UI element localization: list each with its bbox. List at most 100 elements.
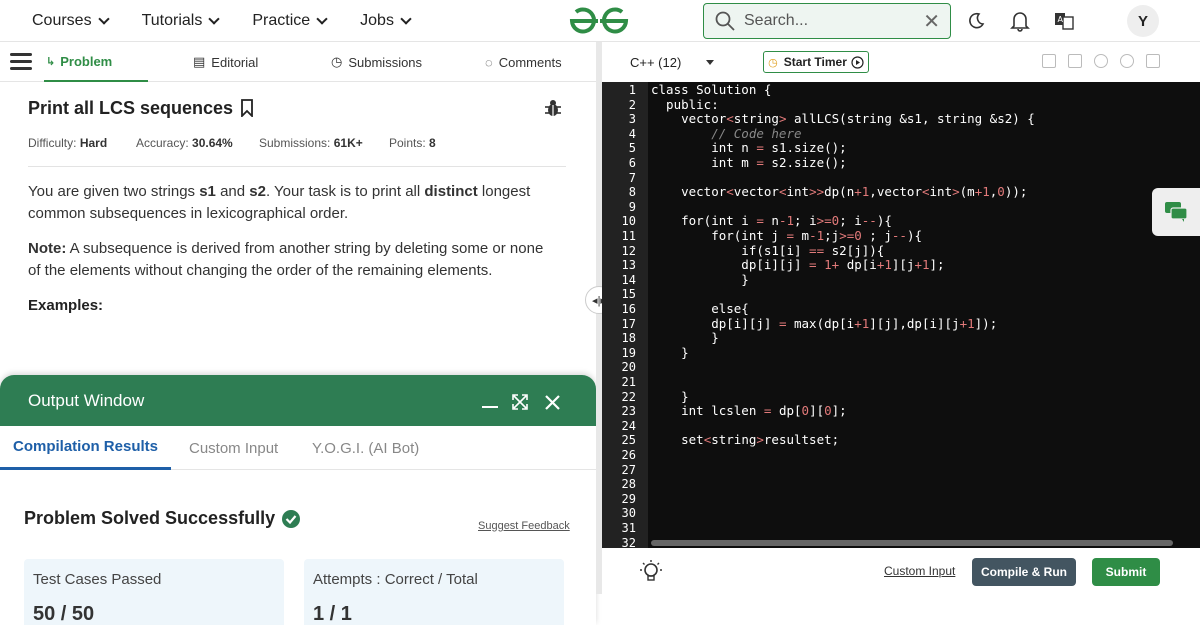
line-number: 21 [621, 375, 636, 389]
reset-icon[interactable] [1120, 54, 1134, 68]
nav-tutorials[interactable]: Tutorials [141, 12, 221, 30]
suggest-feedback-link[interactable]: Suggest Feedback [478, 520, 570, 532]
meta-label: Accuracy: [136, 136, 189, 150]
timer-label: Start Timer [783, 55, 847, 69]
line-number: 30 [621, 506, 636, 521]
code-line: vector<vector<int>>dp(n+1,vector<int>(m+… [651, 184, 1028, 200]
start-timer-button[interactable]: ◷ Start Timer [763, 51, 869, 73]
points-value: 8 [429, 136, 436, 150]
problem-title: Print all LCS sequences [28, 98, 254, 119]
tab-compilation-results[interactable]: Compilation Results [0, 426, 171, 470]
output-tabs: Compilation Results Custom Input Y.O.G.I… [0, 426, 596, 470]
top-navbar: Courses Tutorials Practice Jobs Search..… [0, 0, 1200, 42]
line-number: 2 [628, 97, 636, 112]
line-number: 14 [621, 272, 636, 287]
code-line: for(int j = m-1;j>=0 ; j--){ [651, 228, 923, 243]
tab-custom-input[interactable]: Custom Input [189, 426, 278, 470]
file-icon[interactable] [1068, 54, 1082, 68]
desc-distinct: distinct [424, 183, 478, 200]
settings-icon[interactable] [1094, 54, 1108, 68]
line-number: 11 [621, 229, 636, 243]
tab-comments[interactable]: ◌ Comments [485, 42, 562, 82]
chevron-down-icon [400, 13, 412, 25]
bookmark-icon[interactable] [240, 99, 254, 119]
nav-label: Jobs [360, 12, 394, 29]
problem-description: You are given two strings s1 and s2. You… [28, 181, 558, 225]
main-nav: Courses Tutorials Practice Jobs [20, 0, 432, 42]
document-icon: ▤ [193, 54, 206, 69]
translate-icon[interactable]: A [1047, 4, 1081, 38]
desc-text: You are given two strings [28, 183, 200, 200]
search-input[interactable]: Search... ✕ [703, 3, 951, 39]
nav-courses[interactable]: Courses [32, 12, 110, 30]
avatar[interactable]: Y [1127, 5, 1159, 37]
line-number: 17 [621, 316, 636, 331]
difficulty-value: Hard [79, 136, 108, 150]
line-number: 32 [621, 535, 636, 548]
search-placeholder: Search... [744, 12, 809, 29]
line-number: 15 [621, 287, 636, 302]
timer-icon: ◷ [768, 56, 778, 69]
copy-icon[interactable] [1042, 54, 1056, 68]
editor-footer: Custom Input Compile & Run Submit [602, 548, 1200, 594]
line-number: 19 [621, 345, 636, 360]
desc-text: and [215, 183, 250, 200]
tab-problem[interactable]: ↳ Problem [44, 42, 148, 82]
line-number: 7 [628, 170, 636, 185]
caret-down-icon [706, 60, 714, 65]
tab-yogi-ai-bot[interactable]: Y.O.G.I. (AI Bot) [312, 426, 419, 470]
submissions-meta: Submissions: 61K+ [259, 136, 363, 150]
clear-search-icon[interactable]: ✕ [923, 9, 940, 34]
lightbulb-icon[interactable] [640, 560, 662, 584]
code-line: vector<string> allLCS(string &s1, string… [651, 111, 1035, 127]
minimize-icon[interactable] [482, 406, 498, 408]
desc-s2: s2 [249, 183, 266, 200]
examples-heading: Examples: [28, 297, 104, 314]
card-label: Attempts : Correct / Total [313, 571, 478, 588]
code-line: } [651, 388, 689, 404]
output-window: Output Window Compilation Results Custom… [0, 375, 596, 625]
tab-editorial[interactable]: ▤ Editorial [193, 42, 258, 82]
compile-run-button[interactable]: Compile & Run [972, 558, 1076, 586]
tab-submissions[interactable]: ◷ Submissions [331, 42, 422, 82]
chat-icon[interactable] [1152, 188, 1200, 236]
bell-icon[interactable] [1003, 4, 1037, 38]
meta-label: Submissions: [259, 136, 331, 150]
code-editor[interactable]: 1 2 3 4 5 6 7 8 9 10 11 12 13 14 15 16 17 18 19 20 21 22 23 24 2… [602, 82, 1200, 548]
line-number: 3 [628, 112, 636, 127]
line-number: 24 [621, 418, 636, 433]
meta-label: Difficulty: [28, 136, 77, 150]
nav-jobs[interactable]: Jobs [360, 12, 412, 30]
nav-label: Tutorials [141, 12, 203, 29]
language-select[interactable]: C++ (12) [620, 50, 720, 74]
output-title: Output Window [28, 391, 145, 410]
line-number: 29 [621, 491, 636, 506]
expand-icon[interactable] [511, 393, 529, 411]
gfg-logo[interactable] [568, 6, 630, 36]
fullscreen-icon[interactable] [1146, 54, 1160, 68]
bug-report-icon[interactable] [544, 98, 562, 118]
tab-label: Submissions [348, 54, 423, 70]
line-number: 27 [621, 462, 636, 477]
tab-label: Comments [498, 54, 562, 70]
code-line: int n = s1.size(); [651, 140, 847, 156]
submit-button[interactable]: Submit [1092, 558, 1160, 586]
dark-mode-icon[interactable] [959, 4, 993, 38]
menu-icon[interactable] [10, 53, 32, 71]
nav-label: Practice [252, 12, 311, 29]
test-cases-card: Test Cases Passed 50 / 50 [24, 559, 284, 625]
code-line: int m = s2.size(); [651, 155, 847, 170]
points-meta: Points: 8 [389, 136, 436, 150]
close-icon[interactable] [544, 394, 561, 411]
line-number: 26 [621, 448, 636, 462]
horizontal-scrollbar[interactable] [651, 540, 1173, 546]
code-line: if(s1[i] == s2[j]){ [651, 242, 885, 258]
code-line: for(int i = n-1; i>=0; i--){ [651, 213, 892, 229]
code-line: } [651, 271, 749, 287]
line-number: 4 [628, 126, 636, 141]
nav-practice[interactable]: Practice [252, 12, 328, 30]
chevron-down-icon [316, 13, 328, 25]
nav-label: Courses [32, 12, 92, 29]
custom-input-link[interactable]: Custom Input [884, 564, 955, 578]
note-label: Note: [28, 240, 67, 257]
